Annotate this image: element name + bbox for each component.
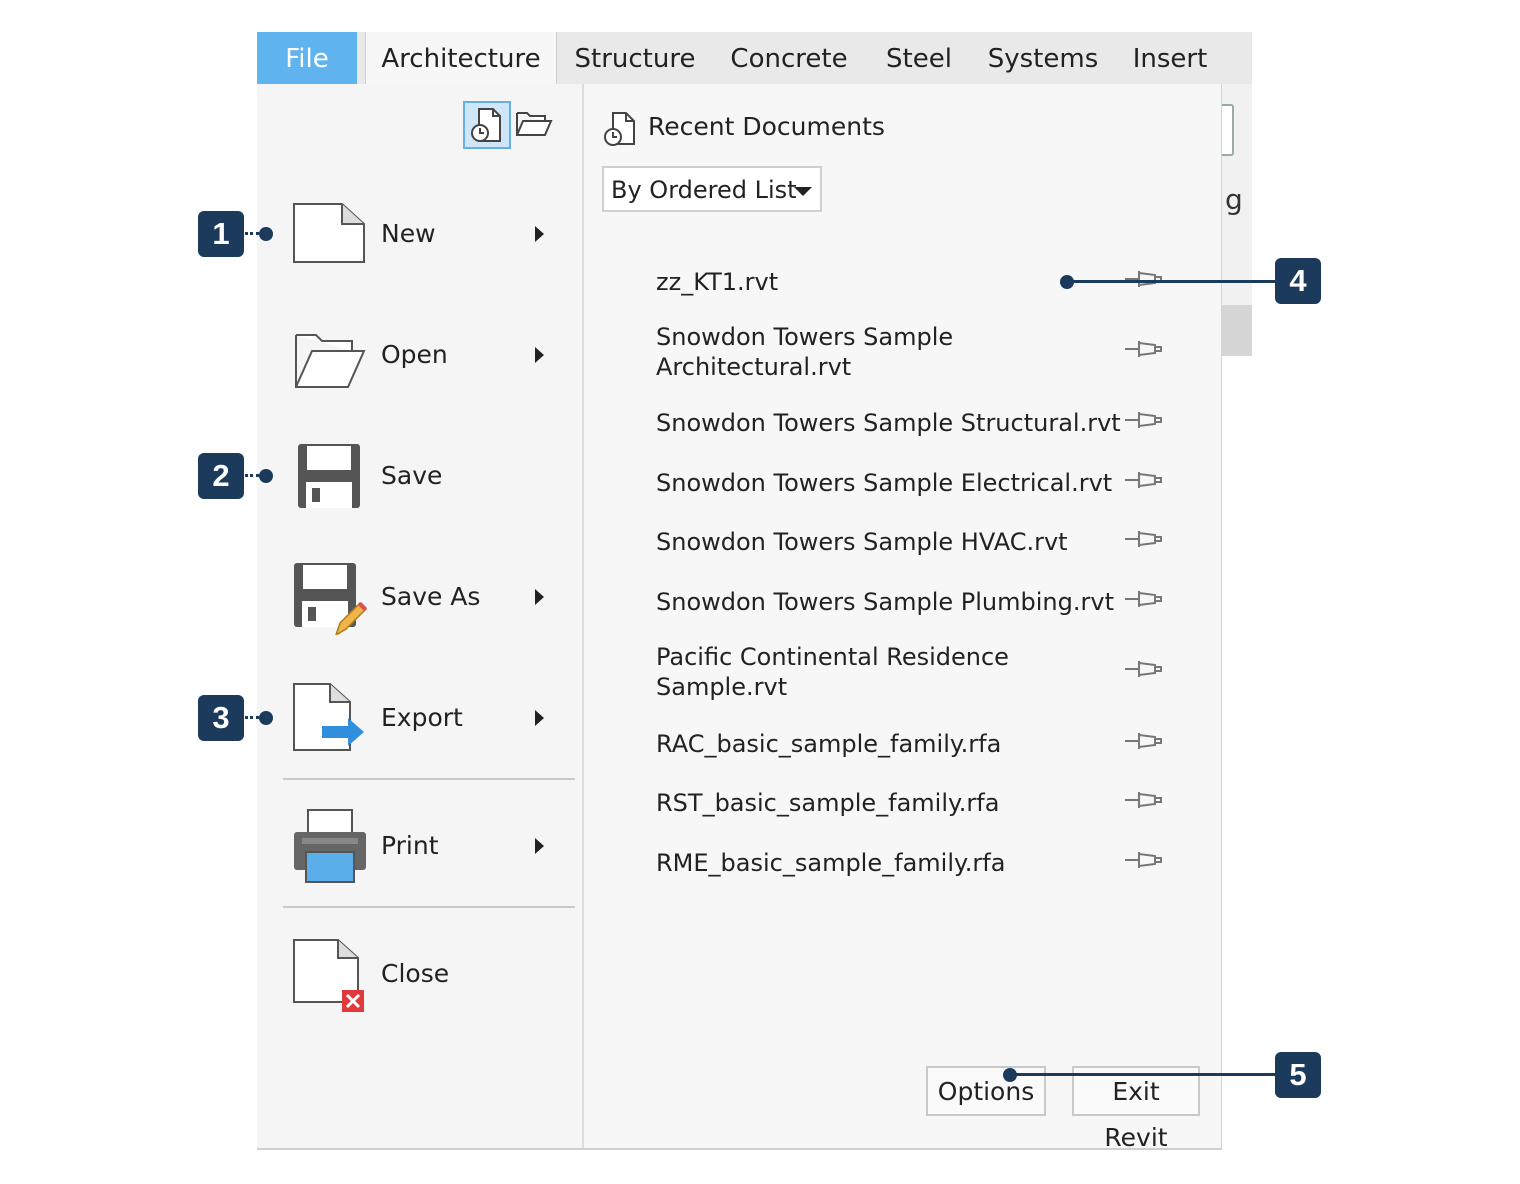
callout-leader	[245, 474, 259, 480]
menu-save[interactable]: Save	[257, 426, 582, 526]
menu-export[interactable]: Export	[257, 668, 582, 768]
menu-export-label: Export	[381, 703, 463, 732]
menu-open[interactable]: Open	[257, 305, 582, 405]
recent-document[interactable]: Snowdon Towers Sample HVAC.rvt	[656, 527, 1126, 557]
menu-new-label: New	[381, 219, 436, 248]
chevron-down-icon	[794, 187, 812, 196]
menu-save-as[interactable]: Save As	[257, 547, 582, 647]
callout-leader	[245, 716, 259, 722]
export-icon	[293, 683, 364, 751]
recent-documents-icon	[604, 112, 635, 146]
chevron-right-icon	[535, 710, 544, 726]
chevron-right-icon	[535, 347, 544, 363]
save-as-icon	[294, 563, 368, 635]
folder-open-icon	[295, 334, 366, 388]
pin-icon[interactable]	[1125, 527, 1165, 551]
open-documents-toggle[interactable]	[511, 101, 559, 149]
callout-dot	[259, 227, 273, 241]
save-floppy-icon	[298, 444, 360, 508]
recent-document[interactable]: RST_basic_sample_family.rfa	[656, 788, 1126, 818]
recent-document[interactable]: Snowdon Towers Sample Plumbing.rvt	[656, 587, 1126, 617]
menu-save-label: Save	[381, 461, 443, 490]
folder-open-icon	[516, 112, 553, 136]
new-document-icon	[293, 203, 365, 263]
menu-open-label: Open	[381, 340, 448, 369]
recent-documents-title: Recent Documents	[648, 112, 885, 141]
recent-sort-value: By Ordered List	[611, 176, 797, 204]
callout-badge-5: 5	[1275, 1052, 1321, 1098]
chevron-right-icon	[535, 226, 544, 242]
close-document-icon	[293, 939, 364, 1012]
callout-leader	[245, 232, 259, 238]
callout-badge-3: 3	[198, 695, 244, 741]
recent-document[interactable]: zz_KT1.rvt	[656, 267, 1126, 297]
recent-sort-dropdown[interactable]: By Ordered List	[602, 166, 822, 212]
menu-save-as-label: Save As	[381, 582, 481, 611]
tab-insert[interactable]: Insert	[1131, 32, 1209, 84]
chevron-right-icon	[535, 589, 544, 605]
recent-document[interactable]: RAC_basic_sample_family.rfa	[656, 729, 1126, 759]
recent-document[interactable]: Snowdon Towers Sample Structural.rvt	[656, 408, 1126, 438]
callout-dot	[259, 469, 273, 483]
menu-separator	[283, 778, 575, 780]
menu-close[interactable]: Close	[257, 924, 582, 1024]
tab-steel[interactable]: Steel	[883, 32, 955, 84]
menu-close-label: Close	[381, 959, 450, 988]
callout-leader	[1011, 1073, 1275, 1076]
callout-badge-4: 4	[1275, 258, 1321, 304]
recent-documents-icon	[471, 108, 501, 142]
tab-architecture[interactable]: Architecture	[365, 32, 557, 85]
tab-file[interactable]: File	[257, 32, 357, 84]
callout-badge-2: 2	[198, 453, 244, 499]
pin-icon[interactable]	[1125, 848, 1165, 872]
background-scrollbar	[1220, 305, 1252, 356]
ribbon-tab-bar: File Architecture Structure Concrete Ste…	[257, 32, 1252, 85]
menu-separator	[283, 906, 575, 908]
pin-icon[interactable]	[1125, 729, 1165, 753]
menu-print-label: Print	[381, 831, 439, 860]
tab-structure[interactable]: Structure	[573, 32, 697, 84]
menu-new[interactable]: New	[257, 184, 582, 284]
pin-icon[interactable]	[1125, 337, 1165, 361]
file-menu-panel: New Open Save Save As Export Print Close…	[257, 84, 1222, 1152]
background-control	[1220, 104, 1234, 156]
pin-icon[interactable]	[1125, 587, 1165, 611]
tab-concrete[interactable]: Concrete	[727, 32, 851, 84]
recent-document[interactable]: Snowdon Towers Sample Architectural.rvt	[656, 322, 986, 382]
callout-leader	[1068, 280, 1275, 283]
callout-badge-1: 1	[198, 211, 244, 257]
pin-icon[interactable]	[1125, 408, 1165, 432]
pin-icon[interactable]	[1125, 788, 1165, 812]
recent-documents-toggle[interactable]	[463, 101, 511, 149]
background-label-fragment: g	[1225, 183, 1243, 216]
recent-document[interactable]: Pacific Continental Residence Sample.rvt	[656, 642, 1016, 702]
file-menu-commands: New Open Save Save As Export Print Close	[257, 84, 584, 1148]
callout-dot	[259, 711, 273, 725]
recent-document[interactable]: RME_basic_sample_family.rfa	[656, 848, 1126, 878]
pin-icon[interactable]	[1125, 468, 1165, 492]
printer-icon	[294, 809, 366, 883]
tab-systems[interactable]: Systems	[987, 32, 1099, 84]
pin-icon[interactable]	[1125, 657, 1165, 681]
menu-print[interactable]: Print	[257, 796, 582, 896]
pin-icon[interactable]	[1125, 267, 1165, 291]
chevron-right-icon	[535, 838, 544, 854]
recent-documents-header: Recent Documents	[602, 110, 885, 152]
recent-document[interactable]: Snowdon Towers Sample Electrical.rvt	[656, 468, 1126, 498]
